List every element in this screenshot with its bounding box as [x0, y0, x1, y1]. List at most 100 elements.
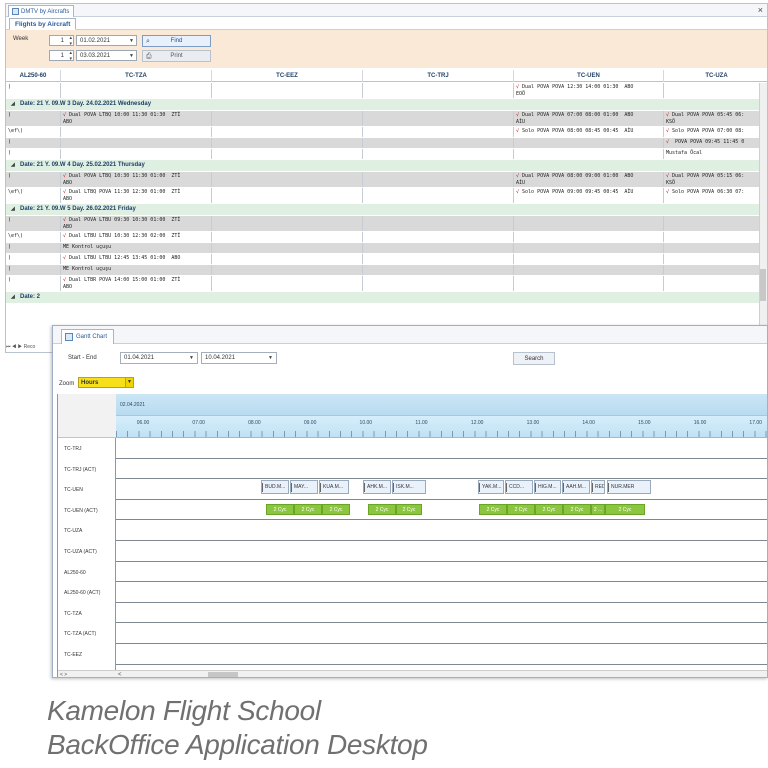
table-cell[interactable]: Mustafa Öcal — [664, 149, 761, 159]
table-cell[interactable]: √ Dual LTBU LTBU 10:30 12:30 02:00 ZTİ — [61, 232, 212, 242]
table-cell[interactable]: ) — [6, 172, 61, 187]
start-date-field[interactable]: 01.04.2021 ▼ — [120, 352, 198, 364]
table-cell[interactable] — [664, 83, 761, 98]
table-cell[interactable] — [363, 188, 514, 203]
week-from-spinner[interactable]: 1 — [49, 35, 74, 47]
left-scrollbar[interactable]: < > — [58, 670, 116, 677]
flight-bar[interactable]: AHK.M... — [363, 480, 391, 495]
actual-cycle-bar[interactable]: 2 Cyc — [563, 503, 591, 515]
actual-cycle-bar[interactable]: 2 Cyc — [322, 503, 350, 515]
table-cell[interactable]: ) — [6, 243, 61, 253]
table-cell[interactable]: ) — [6, 276, 61, 291]
horizontal-scrollbar[interactable]: < — [116, 670, 767, 677]
tab-flights-by-aircraft[interactable]: Flights by Aircraft — [9, 18, 77, 30]
table-cell[interactable] — [212, 172, 363, 187]
table-cell[interactable]: √ Solo POVA POVA 09:00 09:45 00:45 AİU — [514, 188, 664, 203]
table-cell[interactable]: √ Dual POVA POVA 05:45 06: KSÖ — [664, 111, 761, 126]
table-cell[interactable]: ) — [6, 265, 61, 275]
scroll-thumb[interactable] — [208, 672, 238, 677]
table-cell[interactable] — [363, 127, 514, 137]
table-cell[interactable] — [664, 265, 761, 275]
table-cell[interactable]: √ Dual POVA LTBQ 10:30 11:30 01:00 ZTİ A… — [61, 172, 212, 187]
table-cell[interactable]: √ Dual LTBQ POVA 11:30 12:30 01:00 ZTİ A… — [61, 188, 212, 203]
chevron-down-icon[interactable]: ▼ — [125, 378, 133, 387]
flight-bar[interactable]: MAY... — [290, 480, 318, 495]
table-cell[interactable] — [664, 216, 761, 231]
tab-gantt-chart[interactable]: Gantt Chart — [61, 329, 115, 344]
print-button[interactable]: ⎙ Print — [142, 50, 211, 62]
table-cell[interactable] — [61, 127, 212, 137]
date-to-field[interactable]: 03.03.2021 ▼ — [76, 50, 137, 61]
table-cell[interactable]: √ Solo POVA POVA 08:00 08:45 00:45 AİU — [514, 127, 664, 137]
table-cell[interactable] — [514, 276, 664, 291]
table-cell[interactable]: √ Dual POVA POVA 07:00 08:00 01:00 ABO A… — [514, 111, 664, 126]
table-cell[interactable]: √ Dual LTBR POVA 14:00 15:00 01:00 ZTİ A… — [61, 276, 212, 291]
close-icon[interactable]: × — [758, 4, 763, 16]
table-cell[interactable] — [212, 188, 363, 203]
table-cell[interactable] — [212, 265, 363, 275]
flight-bar[interactable]: HIG.M... — [534, 480, 561, 495]
flight-bar[interactable]: ISK.M... — [392, 480, 426, 495]
table-cell[interactable] — [514, 243, 664, 253]
actual-cycle-bar[interactable]: 2 Cyc — [507, 503, 535, 515]
table-cell[interactable] — [363, 254, 514, 264]
column-header[interactable]: AL250-60 — [6, 70, 61, 82]
table-cell[interactable]: ) — [6, 149, 61, 159]
table-cell[interactable]: ) — [6, 111, 61, 126]
column-header[interactable]: TC-EEZ — [212, 70, 363, 82]
table-cell[interactable] — [363, 149, 514, 159]
table-cell[interactable] — [61, 149, 212, 159]
chevron-down-icon[interactable]: ▼ — [129, 51, 134, 61]
table-cell[interactable] — [363, 111, 514, 126]
column-header[interactable]: TC-TZA — [61, 70, 212, 82]
table-cell[interactable]: √ Dual POVA POVA 05:15 06: KSÖ — [664, 172, 761, 187]
table-cell[interactable] — [363, 138, 514, 148]
table-cell[interactable] — [514, 216, 664, 231]
zoom-select[interactable]: Hours ▼ — [78, 377, 134, 388]
flight-bar[interactable]: NUR.MER — [607, 480, 651, 495]
actual-cycle-bar[interactable]: 2 Cyc — [396, 503, 422, 515]
column-header[interactable]: TC-UZA — [664, 70, 767, 82]
table-cell[interactable]: ) — [6, 138, 61, 148]
table-cell[interactable] — [61, 83, 212, 98]
table-cell[interactable] — [363, 216, 514, 231]
flight-bar[interactable]: BUD.M... — [261, 480, 289, 495]
actual-cycle-bar[interactable]: 2 Cyc — [266, 503, 294, 515]
actual-cycle-bar[interactable]: 2 Cyc — [368, 503, 396, 515]
table-cell[interactable]: ME Kontrol uçuşu — [61, 243, 212, 253]
table-cell[interactable] — [514, 232, 664, 242]
table-cell[interactable] — [514, 265, 664, 275]
table-cell[interactable] — [514, 149, 664, 159]
table-cell[interactable] — [664, 254, 761, 264]
table-cell[interactable] — [664, 243, 761, 253]
column-header[interactable]: TC-UEN — [514, 70, 664, 82]
table-cell[interactable]: √ Dual POVA POVA 08:00 09:00 01:00 ABO A… — [514, 172, 664, 187]
table-cell[interactable] — [363, 83, 514, 98]
chevron-down-icon[interactable]: ▼ — [268, 353, 273, 364]
flight-bar[interactable]: YAK.M... — [478, 480, 504, 495]
table-cell[interactable] — [212, 111, 363, 126]
table-cell[interactable]: √ POVA POVA 09:45 11:45 0 — [664, 138, 761, 148]
table-cell[interactable]: \ef\) — [6, 188, 61, 203]
table-cell[interactable]: ) — [6, 216, 61, 231]
table-cell[interactable] — [212, 83, 363, 98]
table-cell[interactable]: ME Kontrol uçuşu — [61, 265, 212, 275]
table-cell[interactable] — [514, 254, 664, 264]
scroll-thumb[interactable] — [760, 269, 766, 301]
table-cell[interactable]: ) — [6, 254, 61, 264]
table-cell[interactable] — [514, 138, 664, 148]
table-cell[interactable] — [363, 243, 514, 253]
actual-cycle-bar[interactable]: 2 Cyc — [479, 503, 507, 515]
scroll-left-icon[interactable]: < — [118, 671, 122, 677]
table-cell[interactable]: ) — [6, 83, 61, 98]
column-header[interactable]: TC-TRJ — [363, 70, 514, 82]
vertical-scrollbar[interactable] — [759, 83, 767, 352]
table-cell[interactable] — [212, 149, 363, 159]
actual-cycle-bar[interactable]: 2 Cyc — [294, 503, 322, 515]
flight-bar[interactable]: RED... — [591, 480, 605, 495]
table-cell[interactable] — [212, 276, 363, 291]
table-cell[interactable] — [61, 138, 212, 148]
table-cell[interactable]: √ Dual LTBU LTBU 12:45 13:45 01:00 ABO — [61, 254, 212, 264]
table-cell[interactable]: √ Solo POVA POVA 07:00 08: — [664, 127, 761, 137]
table-cell[interactable] — [363, 276, 514, 291]
